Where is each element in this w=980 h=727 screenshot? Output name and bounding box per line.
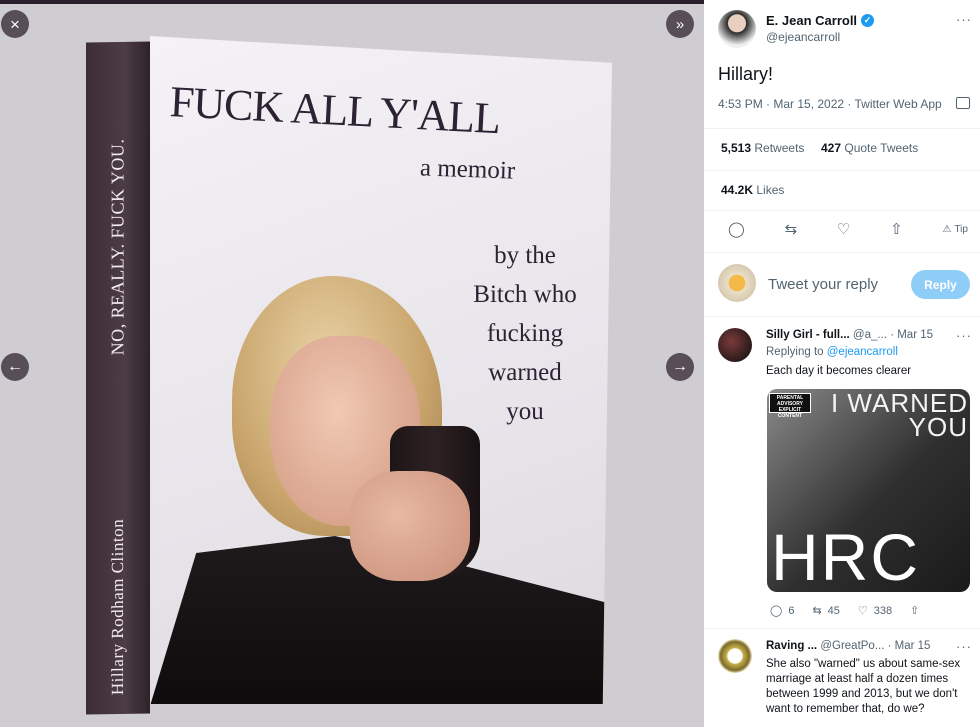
author-handle[interactable]: @ejeancarroll bbox=[766, 30, 840, 44]
reply-actions: ◯ 6 ⇆ 45 ♡ 338 ⇧ bbox=[770, 604, 919, 618]
analytics-icon[interactable] bbox=[956, 97, 970, 109]
reply-author-handle[interactable]: @GreatPo... bbox=[820, 640, 884, 652]
book-cover: FUCK ALL Y'ALL a memoir by the Bitch who… bbox=[150, 36, 612, 704]
tip-label: Tip bbox=[954, 223, 968, 235]
tweet-text: Hillary! bbox=[718, 64, 774, 84]
divider bbox=[704, 170, 980, 171]
like-icon[interactable]: ♡ bbox=[837, 220, 850, 238]
spine-author-text: Hillary Rodham Clinton bbox=[108, 518, 127, 696]
divider bbox=[704, 252, 980, 253]
reply-avatar[interactable] bbox=[718, 639, 752, 673]
verified-icon: ✓ bbox=[861, 14, 875, 27]
reply-reply-action[interactable]: ◯ 6 bbox=[770, 604, 794, 618]
replying-to: Replying to @ejeancarroll bbox=[766, 346, 898, 358]
reply-header[interactable]: Silly Girl - full... @a_... · Mar 15 bbox=[766, 329, 933, 341]
reply-author-name[interactable]: Silly Girl - full... bbox=[766, 329, 850, 341]
current-user-avatar[interactable] bbox=[718, 264, 756, 302]
divider bbox=[704, 210, 980, 211]
more-options-icon[interactable]: ··· bbox=[956, 639, 972, 654]
book-subtitle: a memoir bbox=[419, 154, 516, 185]
retweet-icon[interactable]: ⇆ bbox=[785, 220, 798, 238]
more-options-icon[interactable]: ··· bbox=[956, 328, 972, 343]
retweets-stat[interactable]: 5,513 Retweets bbox=[721, 141, 804, 155]
reply-text: Each day it becomes clearer bbox=[766, 365, 912, 377]
tip-button[interactable]: ⚠ Tip bbox=[942, 224, 968, 235]
divider bbox=[704, 316, 980, 317]
author-name[interactable]: E. Jean Carroll bbox=[766, 13, 857, 28]
reply-author-handle[interactable]: @a_... bbox=[853, 329, 887, 341]
reply-avatar[interactable] bbox=[718, 328, 752, 362]
reply-like-action[interactable]: ♡ 338 bbox=[857, 604, 892, 618]
next-arrow-icon[interactable]: → bbox=[666, 353, 694, 381]
author-name-row[interactable]: E. Jean Carroll ✓ bbox=[766, 13, 875, 28]
reply-icon: ◯ bbox=[770, 605, 783, 617]
reply-input[interactable]: Tweet your reply bbox=[768, 276, 878, 293]
media-warned-text: I WARNED YOU bbox=[830, 389, 968, 442]
tweet-meta[interactable]: 4:53 PM · Mar 15, 2022 · Twitter Web App bbox=[718, 97, 942, 111]
share-icon[interactable]: ⇧ bbox=[890, 220, 903, 238]
more-options-icon[interactable]: ··· bbox=[956, 12, 972, 27]
tweet-actions: ◯ ⇆ ♡ ⇧ ⚠ Tip bbox=[728, 220, 968, 238]
quote-tweets-stat[interactable]: 427 Quote Tweets bbox=[821, 141, 918, 155]
tweet-panel: E. Jean Carroll ✓ @ejeancarroll ··· Hill… bbox=[704, 0, 980, 727]
reply-retweet-action[interactable]: ⇆ 45 bbox=[812, 604, 839, 618]
tip-icon: ⚠ bbox=[942, 223, 952, 235]
book-spine: NO, REALLY. FUCK YOU. Hillary Rodham Cli… bbox=[86, 41, 150, 715]
reply-button[interactable]: Reply bbox=[911, 270, 970, 299]
author-avatar[interactable] bbox=[718, 10, 756, 48]
media-viewer: NO, REALLY. FUCK YOU. Hillary Rodham Cli… bbox=[0, 0, 704, 727]
viewer-top-edge bbox=[0, 0, 704, 4]
book-title: FUCK ALL Y'ALL bbox=[168, 77, 502, 144]
retweet-icon: ⇆ bbox=[812, 605, 822, 617]
reply-date[interactable]: · Mar 15 bbox=[890, 329, 933, 341]
expand-panel-icon[interactable]: » bbox=[666, 10, 694, 38]
likes-stat[interactable]: 44.2K Likes bbox=[721, 183, 784, 197]
share-icon[interactable]: ⇧ bbox=[910, 604, 919, 617]
media-hrc-text: HRC bbox=[771, 520, 920, 592]
reply-media-image[interactable]: PARENTAL ADVISORY EXPLICIT CONTENT I WAR… bbox=[767, 389, 970, 592]
previous-arrow-icon[interactable]: ← bbox=[1, 353, 29, 381]
reply-text: She also "warned" us about same-sex marr… bbox=[766, 658, 961, 715]
reply-author-name[interactable]: Raving ... bbox=[766, 640, 817, 652]
replying-to-link[interactable]: @ejeancarroll bbox=[827, 346, 898, 358]
reply-icon[interactable]: ◯ bbox=[728, 220, 745, 238]
close-icon[interactable]: × bbox=[1, 10, 29, 38]
like-icon: ♡ bbox=[857, 605, 868, 617]
divider bbox=[704, 128, 980, 129]
divider bbox=[704, 628, 980, 629]
spine-top-text: NO, REALLY. FUCK YOU. bbox=[107, 138, 128, 356]
reply-header[interactable]: Raving ... @GreatPo... · Mar 15 bbox=[766, 640, 930, 652]
reply-date[interactable]: · Mar 15 bbox=[888, 640, 931, 652]
cover-photo bbox=[150, 276, 612, 704]
